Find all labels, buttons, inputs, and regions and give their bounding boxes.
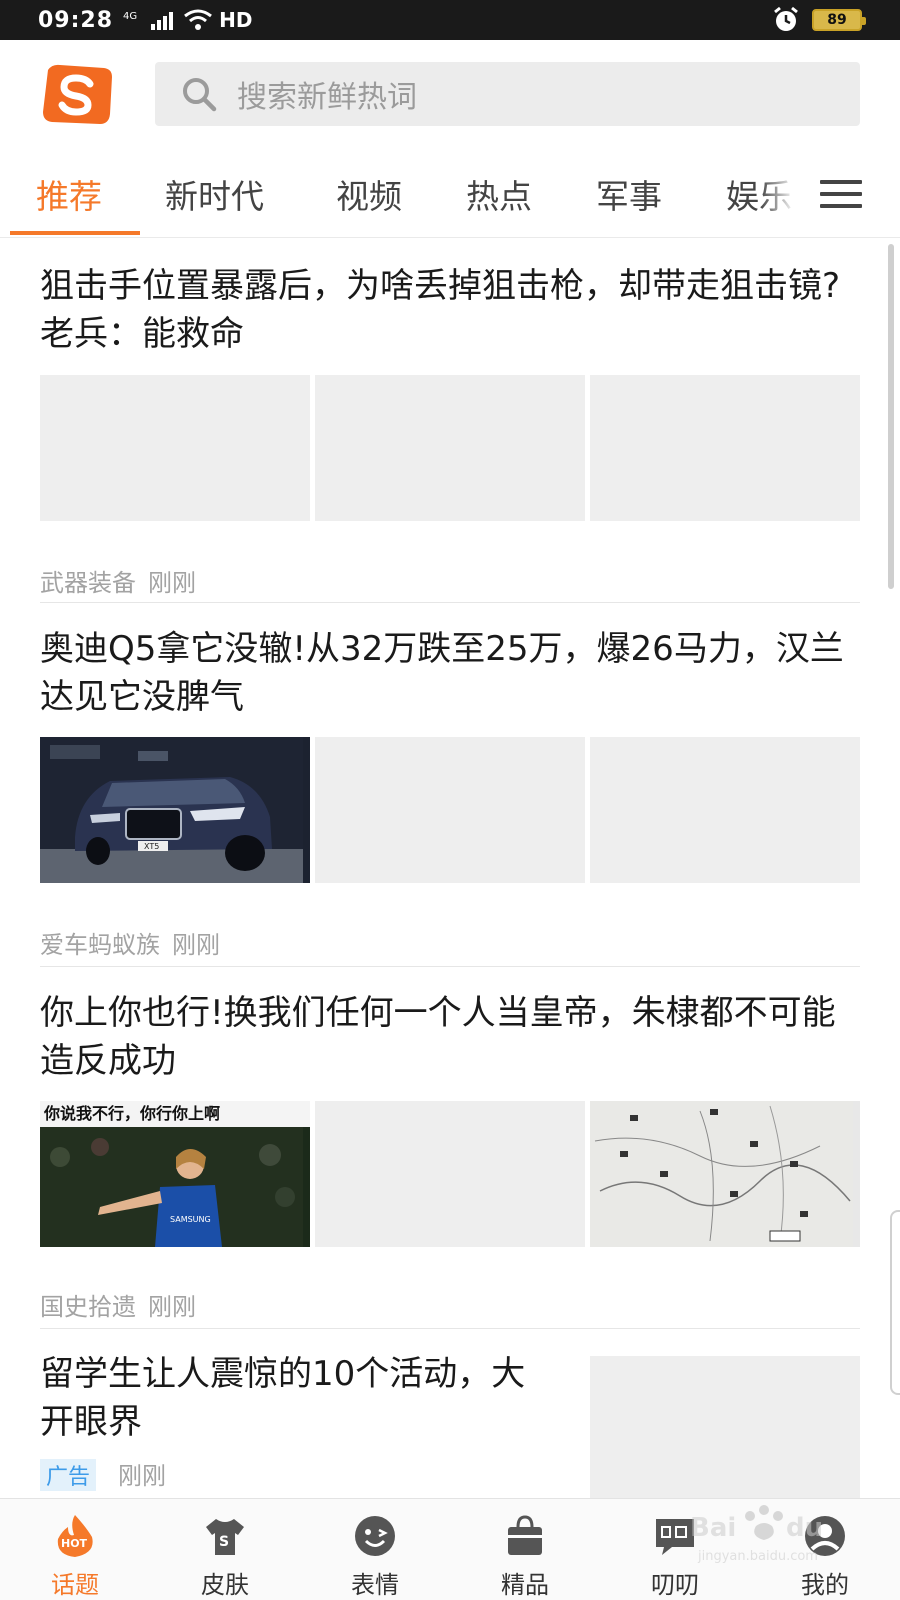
article-images: XT5 — [40, 737, 860, 883]
ad-meta: 广告 刚刚 — [40, 1456, 166, 1491]
search-placeholder: 搜索新鲜热词 — [237, 80, 417, 115]
image-placeholder[interactable] — [315, 1101, 585, 1247]
article-time: 刚刚 — [118, 1462, 167, 1490]
search-icon — [183, 78, 217, 112]
nav-label: 皮肤 — [201, 1571, 249, 1599]
channel-menu-icon[interactable] — [820, 176, 862, 212]
hot-icon: HOT — [57, 1515, 93, 1557]
article-meta: 武器装备 刚刚 — [40, 563, 196, 598]
ad-title[interactable]: 留学生让人震惊的10个活动，大开眼界 — [40, 1350, 540, 1446]
article-images — [40, 375, 860, 521]
article-source: 国史拾遗 — [40, 1293, 136, 1321]
nav-label: 表情 — [351, 1571, 399, 1599]
bag-icon — [508, 1515, 542, 1555]
svg-text:SAMSUNG: SAMSUNG — [170, 1215, 211, 1224]
nav-label: 我的 — [801, 1571, 849, 1599]
image-placeholder[interactable] — [590, 375, 860, 521]
article-meta: 国史拾遗 刚刚 — [40, 1287, 196, 1322]
baidu-watermark-logo: Bai du jingyan.baidu.com — [690, 1505, 823, 1564]
svg-text:jingyan.baidu.com: jingyan.baidu.com — [697, 1549, 818, 1564]
image-placeholder[interactable] — [590, 737, 860, 883]
nav-label: 话题 — [51, 1571, 99, 1599]
nav-label: 叨叨 — [651, 1571, 699, 1599]
article-source: 武器装备 — [40, 569, 136, 597]
article-title[interactable]: 狙击手位置暴露后，为啥丢掉狙击枪，却带走狙击镜?老兵：能救命 — [40, 262, 860, 358]
nav-topics[interactable]: HOT 话题 — [20, 1499, 130, 1600]
ad-badge: 广告 — [40, 1459, 97, 1491]
meme-photo[interactable]: 你说我不行，你行你上啊 SAMSUNG — [40, 1101, 310, 1247]
meme-caption: 你说我不行，你行你上啊 — [40, 1101, 310, 1127]
active-tab-indicator — [10, 231, 140, 235]
article-images: 你说我不行，你行你上啊 SAMSUNG — [40, 1101, 860, 1247]
svg-text:HOT: HOT — [61, 1537, 88, 1550]
svg-text:Bai: Bai — [690, 1513, 736, 1543]
image-placeholder[interactable] — [315, 737, 585, 883]
article-title[interactable]: 奥迪Q5拿它没辙!从32万跌至25万，爆26马力，汉兰达见它没脾气 — [40, 625, 860, 721]
network-type: 4G — [123, 10, 138, 22]
ad-image-placeholder[interactable] — [590, 1356, 860, 1506]
category-tabs: 推荐 新时代 视频 热点 军事 娱乐 — [0, 152, 900, 238]
article-source: 爱车蚂蚁族 — [40, 931, 160, 959]
map-photo[interactable] — [590, 1101, 860, 1247]
signal-icon — [151, 10, 174, 30]
tab-fade — [760, 152, 810, 236]
football-player-image: SAMSUNG — [40, 1127, 303, 1247]
nav-emoji[interactable]: 表情 — [320, 1499, 430, 1600]
hd-indicator: HD — [219, 8, 253, 32]
article-time: 刚刚 — [172, 931, 220, 959]
article-title[interactable]: 你上你也行!换我们任何一个人当皇帝，朱棣都不可能造反成功 — [40, 989, 860, 1085]
status-time: 09:28 — [38, 7, 114, 33]
battery-icon: 89 — [812, 9, 866, 31]
article-card[interactable]: 奥迪Q5拿它没辙!从32万跌至25万，爆26马力，汉兰达见它没脾气 XT5 爱车… — [40, 625, 860, 959]
article-card[interactable]: 你上你也行!换我们任何一个人当皇帝，朱棣都不可能造反成功 你说我不行，你行你上啊… — [40, 989, 860, 1321]
status-bar: 09:28 4G HD 89 — [0, 0, 900, 40]
wifi-icon — [184, 9, 213, 30]
alarm-icon — [774, 6, 798, 31]
battery-level: 89 — [827, 12, 847, 28]
historical-map-image — [590, 1101, 853, 1247]
sogou-logo-icon[interactable] — [38, 62, 116, 128]
skin-shirt-icon: S — [206, 1519, 244, 1555]
nav-skins[interactable]: S 皮肤 — [170, 1499, 280, 1600]
ad-card[interactable]: 留学生让人震惊的10个活动，大开眼界 广告 刚刚 — [40, 1350, 860, 1506]
article-time: 刚刚 — [148, 569, 196, 597]
nav-label: 精品 — [501, 1571, 549, 1599]
image-placeholder[interactable] — [40, 375, 310, 521]
svg-text:S: S — [219, 1534, 229, 1550]
nav-premium[interactable]: 精品 — [470, 1499, 580, 1600]
app-header: 搜索新鲜热词 — [0, 40, 900, 152]
divider — [40, 966, 860, 967]
tab-recommend[interactable]: 推荐 — [36, 170, 102, 218]
car-plate-text: XT5 — [144, 842, 159, 851]
car-image: XT5 — [40, 737, 303, 883]
car-photo[interactable]: XT5 — [40, 737, 310, 883]
article-time: 刚刚 — [148, 1293, 196, 1321]
divider — [40, 1328, 860, 1329]
tab-military[interactable]: 军事 — [596, 170, 662, 218]
tab-video[interactable]: 视频 — [336, 170, 402, 218]
article-meta: 爱车蚂蚁族 刚刚 — [40, 925, 220, 960]
image-placeholder[interactable] — [315, 375, 585, 521]
tab-hot[interactable]: 热点 — [466, 170, 532, 218]
scrollbar[interactable] — [888, 244, 894, 589]
article-card[interactable]: 狙击手位置暴露后，为啥丢掉狙击枪，却带走狙击镜?老兵：能救命 武器装备 刚刚 — [40, 262, 860, 597]
tab-new-era[interactable]: 新时代 — [165, 170, 264, 218]
emoji-icon — [355, 1516, 395, 1556]
edge-handle[interactable] — [890, 1210, 900, 1395]
search-input[interactable]: 搜索新鲜热词 — [155, 62, 860, 126]
divider — [40, 602, 860, 603]
svg-text:du: du — [786, 1513, 823, 1543]
